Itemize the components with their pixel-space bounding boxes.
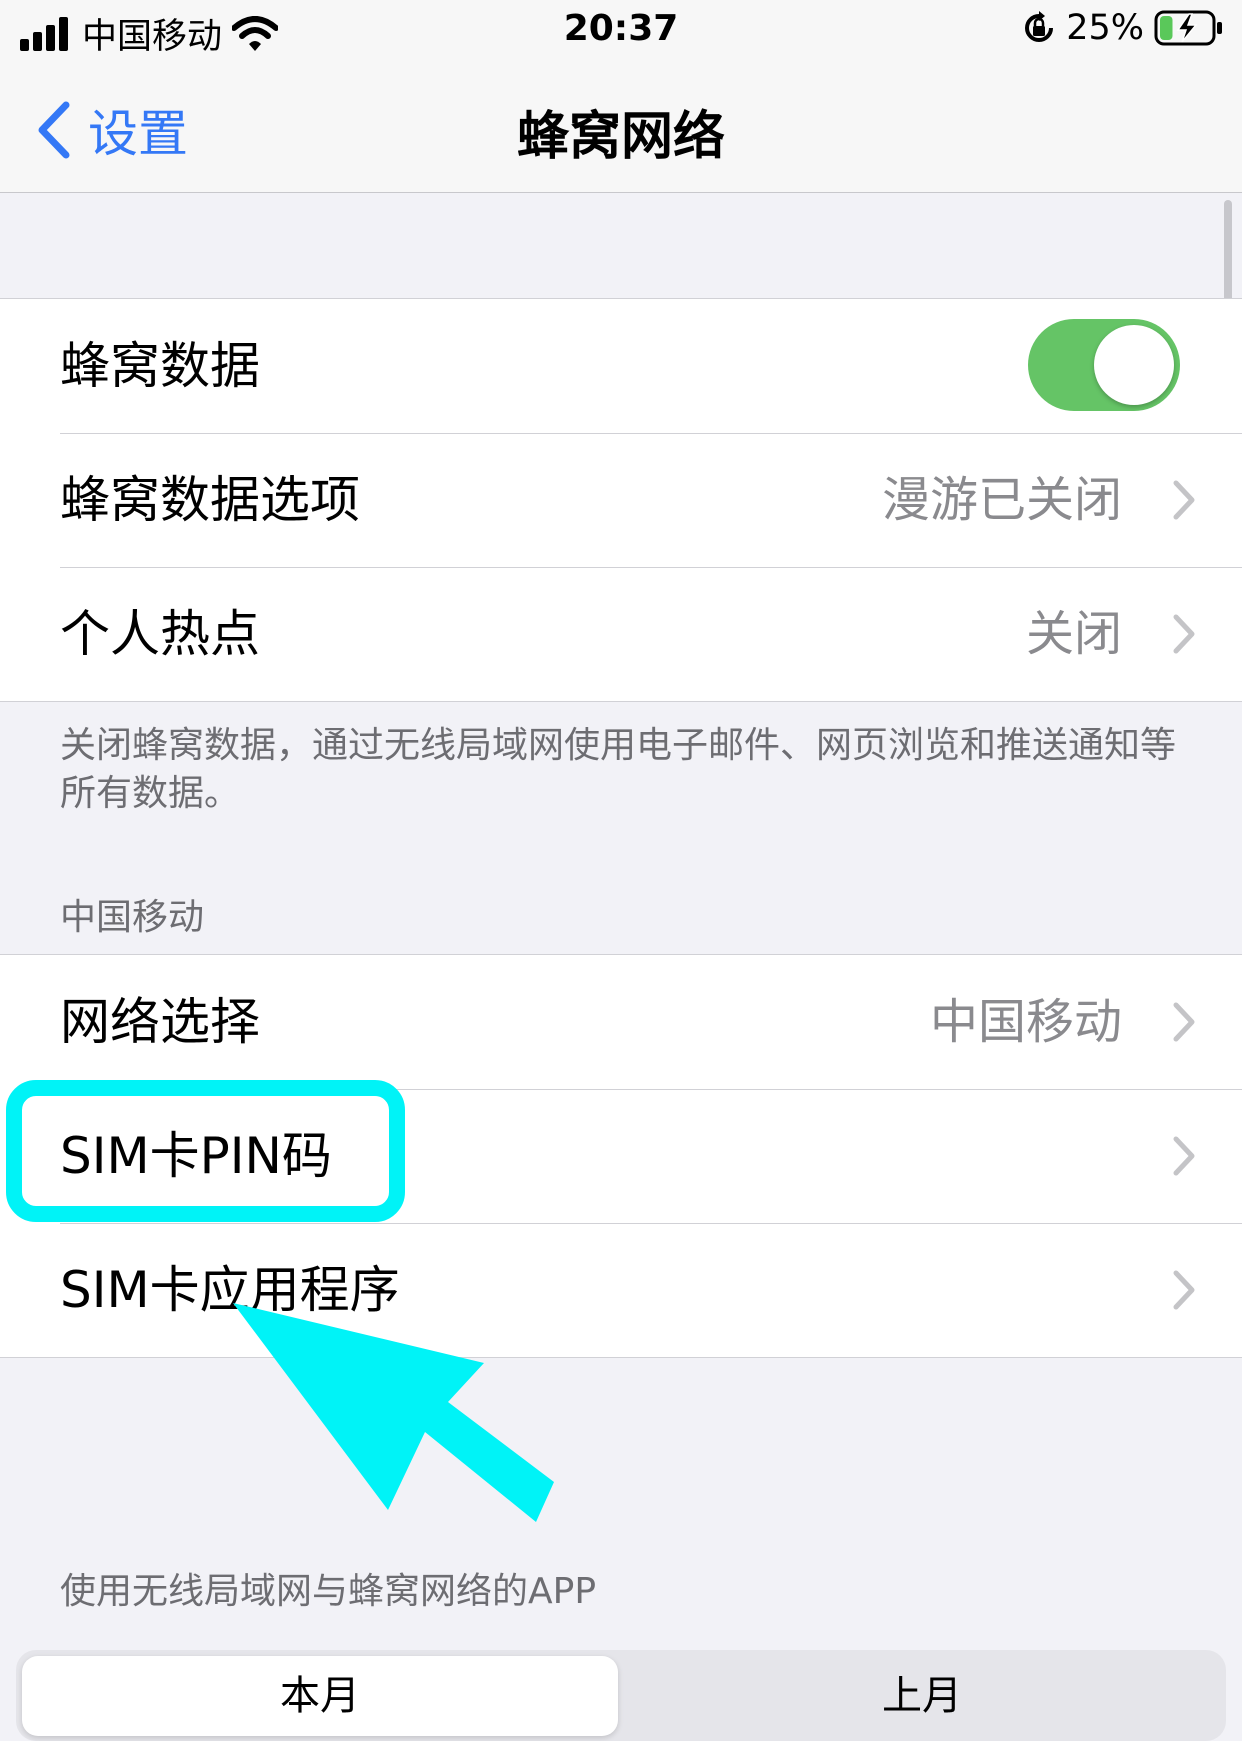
cellular-options-row[interactable]: 蜂窝数据选项 漫游已关闭 bbox=[0, 433, 1242, 567]
toggle-knob bbox=[1094, 325, 1174, 405]
chevron-right-icon bbox=[1173, 480, 1195, 520]
sim-apps-label: SIM卡应用程序 bbox=[60, 1261, 400, 1319]
hotspot-value: 关闭 bbox=[1025, 606, 1122, 662]
carrier-section-header: 中国移动 bbox=[60, 897, 205, 938]
chevron-right-icon bbox=[1173, 1136, 1195, 1176]
pointer-arrow-icon bbox=[233, 1303, 554, 1522]
segment-last-month[interactable]: 上月 bbox=[624, 1656, 1220, 1736]
cellular-data-label: 蜂窝数据 bbox=[60, 337, 260, 395]
network-select-label: 网络选择 bbox=[60, 993, 260, 1051]
hotspot-label: 个人热点 bbox=[60, 605, 260, 663]
battery-percent: 25% bbox=[1066, 8, 1144, 48]
sim-apps-row[interactable]: SIM卡应用程序 bbox=[0, 1223, 1242, 1357]
chevron-right-icon bbox=[1173, 1270, 1195, 1310]
period-segmented-control: 本月 上月 bbox=[16, 1650, 1226, 1741]
network-select-row[interactable]: 网络选择 中国移动 bbox=[0, 955, 1242, 1089]
cellular-options-value: 漫游已关闭 bbox=[881, 472, 1122, 528]
chevron-right-icon bbox=[1173, 1002, 1195, 1042]
carrier-group: 网络选择 中国移动 SIM卡PIN码 SIM卡应用程序 bbox=[0, 954, 1242, 1358]
page-title: 蜂窝网络 bbox=[516, 107, 725, 167]
hotspot-row[interactable]: 个人热点 关闭 bbox=[0, 567, 1242, 701]
chevron-right-icon bbox=[1173, 614, 1195, 654]
status-right: 25% bbox=[1022, 8, 1224, 48]
cellular-data-toggle[interactable] bbox=[1028, 319, 1180, 411]
battery-charging-icon bbox=[1154, 10, 1222, 46]
cellular-footnote: 关闭蜂窝数据，通过无线局域网使用电子邮件、网页浏览和推送通知等所有数据。 bbox=[60, 725, 1177, 814]
navigation-bar: 设置 蜂窝网络 bbox=[0, 70, 1242, 193]
segment-this-month[interactable]: 本月 bbox=[22, 1656, 618, 1736]
cellular-data-row: 蜂窝数据 bbox=[0, 299, 1242, 433]
sim-pin-row[interactable]: SIM卡PIN码 bbox=[0, 1089, 1242, 1223]
cellular-group: 蜂窝数据 蜂窝数据选项 漫游已关闭 个人热点 关闭 bbox=[0, 298, 1242, 702]
cellular-options-label: 蜂窝数据选项 bbox=[60, 471, 360, 529]
apps-section-header: 使用无线局域网与蜂窝网络的APP bbox=[60, 1571, 597, 1612]
network-select-value: 中国移动 bbox=[929, 994, 1122, 1050]
orientation-lock-icon bbox=[1025, 11, 1054, 42]
sim-pin-label: SIM卡PIN码 bbox=[60, 1127, 332, 1185]
status-bar: 中国移动 20:37 25% bbox=[0, 0, 1242, 70]
